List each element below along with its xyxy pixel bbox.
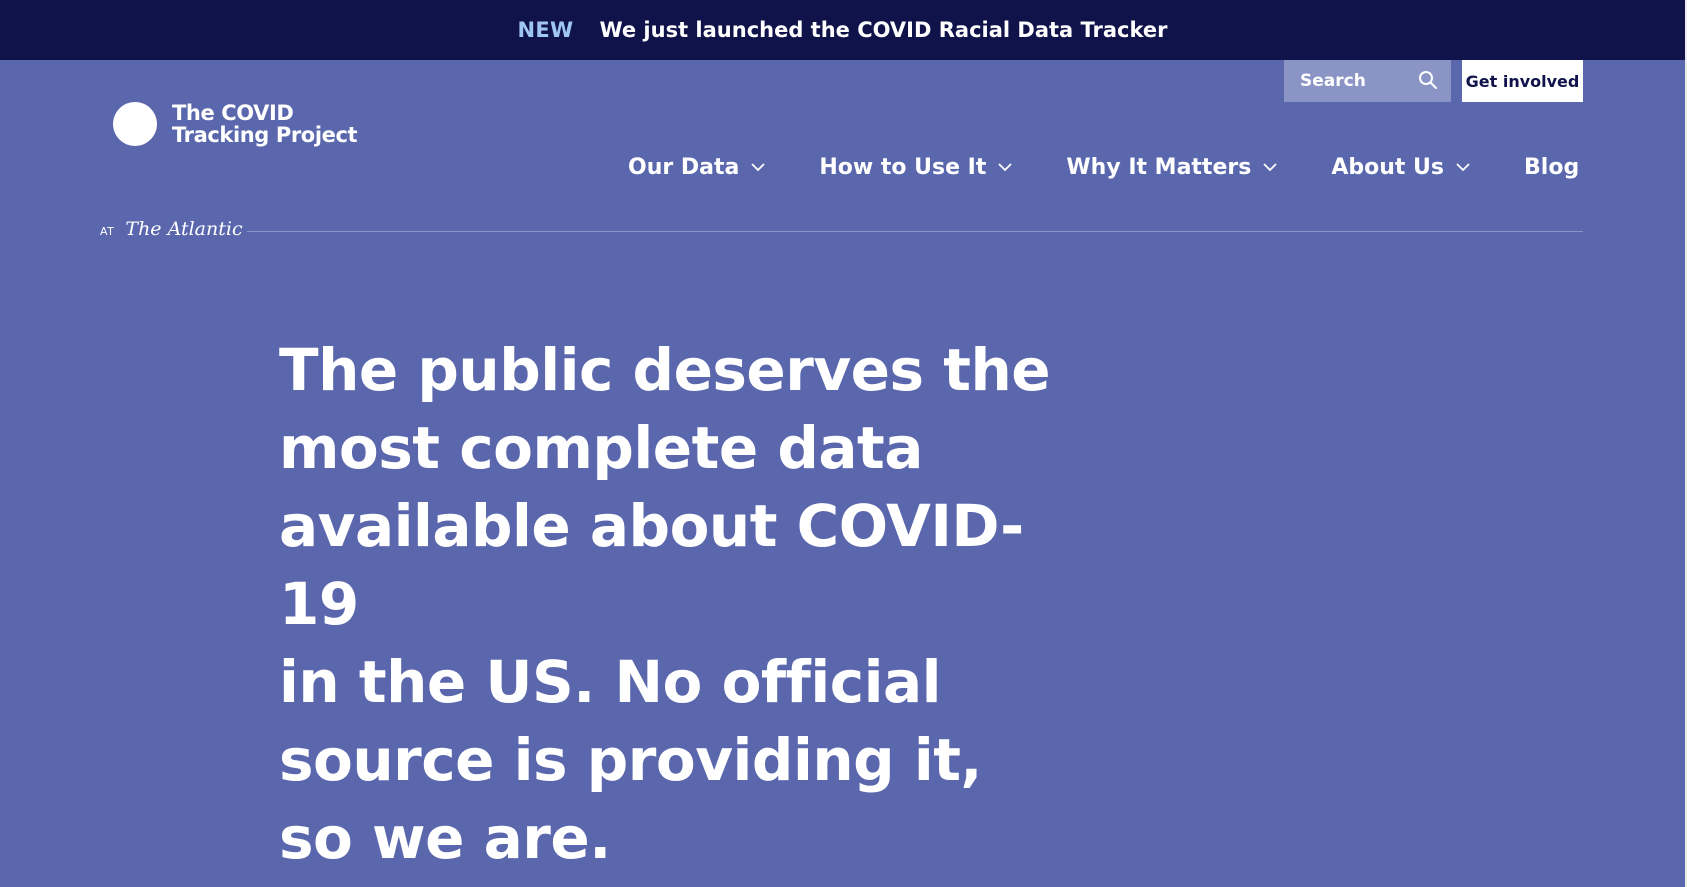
crescent-circle-logo-icon [100, 90, 168, 158]
header-divider [247, 231, 1583, 232]
chevron-down-icon [751, 162, 765, 171]
atlantic-attribution[interactable]: AT The Atlantic [100, 218, 243, 240]
hero-line: in the US. No official [279, 648, 942, 716]
main-nav: Our Data How to Use It Why It Matters Ab… [628, 147, 1579, 187]
nav-item-label: Why It Matters [1066, 154, 1252, 180]
chevron-down-icon [998, 162, 1013, 171]
hero-headline: The public deserves the most complete da… [279, 331, 1079, 877]
get-involved-button[interactable]: Get involved [1462, 60, 1583, 102]
nav-item-label: About Us [1331, 154, 1445, 180]
hero-line: so we are. [279, 804, 611, 872]
nav-item-about-us[interactable]: About Us [1331, 155, 1470, 180]
banner-new-tag: NEW [517, 18, 574, 42]
hero-line: most complete data [279, 414, 923, 482]
hero-line: source is providing it, [279, 726, 982, 794]
nav-item-label: Our Data [628, 154, 740, 180]
site-logo-link[interactable]: The COVID Tracking Project [100, 90, 358, 158]
nav-item-label: How to Use It [819, 154, 987, 180]
nav-item-our-data[interactable]: Our Data [628, 155, 765, 180]
announcement-banner[interactable]: NEW We just launched the COVID Racial Da… [0, 0, 1685, 60]
nav-item-how-to-use-it[interactable]: How to Use It [819, 154, 1013, 180]
hero-line: The public deserves the [279, 336, 1051, 404]
atlantic-logo: The Atlantic [125, 218, 243, 240]
chevron-down-icon [1456, 162, 1470, 171]
logo-line-1: The COVID [172, 101, 294, 125]
hero-line: available about COVID-19 [279, 492, 1024, 638]
chevron-down-icon [1263, 162, 1277, 171]
nav-item-blog[interactable]: Blog [1524, 155, 1579, 180]
atlantic-prefix: AT [100, 225, 115, 238]
banner-message-link[interactable]: We just launched the COVID Racial Data T… [599, 18, 1167, 42]
page: NEW We just launched the COVID Racial Da… [0, 0, 1687, 887]
logo-line-2: Tracking Project [172, 123, 358, 147]
nav-item-why-it-matters[interactable]: Why It Matters [1066, 155, 1277, 180]
logo-wordmark: The COVID Tracking Project [172, 101, 358, 147]
nav-item-label: Blog [1524, 154, 1580, 180]
search-icon[interactable] [1418, 70, 1438, 90]
